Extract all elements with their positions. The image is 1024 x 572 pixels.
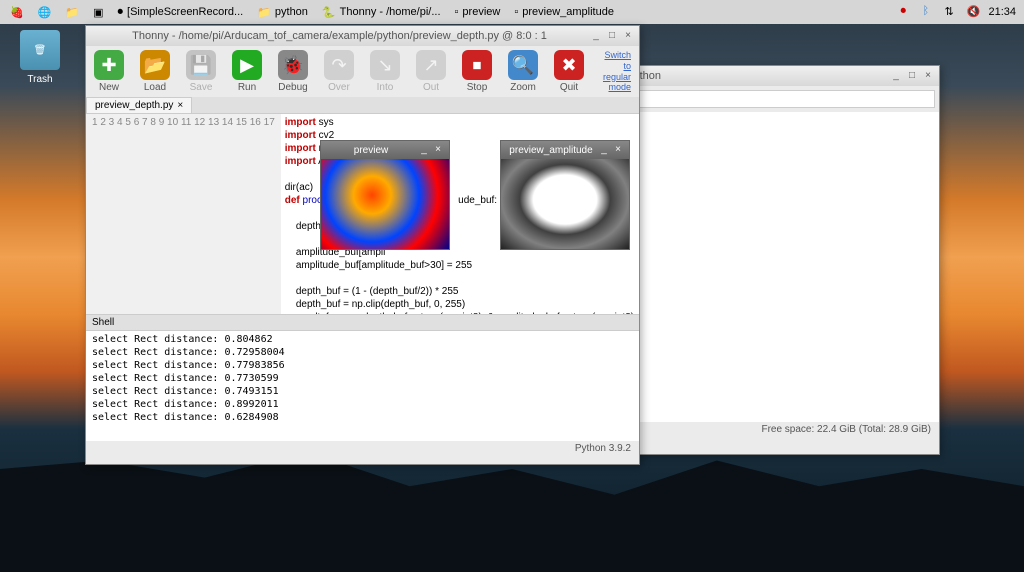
folder-icon: 📂 [144,55,166,76]
stop-icon: ⏹ [473,55,482,76]
fm-status-right: Free space: 22.4 GiB (Total: 28.9 GiB) [761,424,931,435]
volume-icon[interactable]: 🔇 [966,5,980,19]
trash-desktop-icon[interactable]: 🗑 Trash [20,30,60,85]
tab-close-icon[interactable]: × [177,100,183,111]
preview-amp-title: preview_amplitude [505,145,597,156]
thonny-minimize[interactable]: _ [589,29,603,43]
taskbar-item-preview-amp[interactable]: ▫preview_amplitude [508,4,620,20]
preview-depth-window: preview _ × [320,140,450,250]
thonny-toolbar: ✚New 📂Load 💾Save ▶Run 🐞Debug ↷Over ↘Into… [86,46,639,97]
taskbar-item-thonny[interactable]: 🐍Thonny - /home/pi/... [316,4,447,21]
save-button[interactable]: 💾Save [186,50,216,93]
thonny-status: Python 3.9.2 [86,441,639,456]
fm-close[interactable]: × [921,69,935,83]
shell-output[interactable]: select Rect distance: 0.804862 select Re… [86,331,639,441]
out-button[interactable]: ↗Out [416,50,446,93]
load-button[interactable]: 📂Load [140,50,170,93]
thonny-close[interactable]: × [621,29,635,43]
preview-depth-title: preview [325,145,417,156]
zoom-button[interactable]: 🔍Zoom [508,50,538,93]
zoom-icon: 🔍 [512,55,534,76]
preview-depth-close[interactable]: × [431,143,445,157]
network-icon[interactable]: ⇅ [944,5,958,19]
taskbar-item-python[interactable]: 📁python [251,4,314,21]
app-menu[interactable]: 🍓 [4,4,30,21]
taskbar-item-preview[interactable]: ▫preview [449,4,507,20]
record-tray-icon[interactable]: ⏺ [900,5,914,19]
depth-image [321,159,449,249]
stop-button[interactable]: ⏹Stop [462,50,492,93]
quit-button[interactable]: ✖Quit [554,50,584,93]
preview-depth-min[interactable]: _ [417,143,431,157]
plus-icon: ✚ [101,55,116,76]
new-button[interactable]: ✚New [94,50,124,93]
run-button[interactable]: ▶Run [232,50,262,93]
debug-button[interactable]: 🐞Debug [278,50,308,93]
files-icon[interactable]: 📁 [59,4,85,21]
terminal-icon[interactable]: ▣ [87,4,109,21]
browser-icon[interactable]: 🌐 [32,4,58,21]
bluetooth-icon[interactable]: ᛒ [922,5,936,19]
thonny-maximize[interactable]: □ [605,29,619,43]
shell-tab[interactable]: Shell [86,314,639,331]
preview-amp-window: preview_amplitude _ × [500,140,630,250]
amplitude-image [501,159,629,249]
step-into-icon: ↘ [377,55,392,76]
play-icon: ▶ [240,55,254,76]
over-button[interactable]: ↷Over [324,50,354,93]
trash-icon: 🗑 [34,45,47,56]
switch-mode-link[interactable]: Switch to regular mode [600,50,631,93]
fm-minimize[interactable]: _ [889,69,903,83]
step-out-icon: ↗ [423,55,438,76]
taskbar: 🍓 🌐 📁 ▣ ⏺[SimpleScreenRecord... 📁python … [0,0,1024,24]
thonny-title: Thonny - /home/pi/Arducam_tof_camera/exa… [90,30,589,42]
fm-maximize[interactable]: □ [905,69,919,83]
preview-amp-min[interactable]: _ [597,143,611,157]
save-icon: 💾 [190,55,212,76]
trash-label: Trash [20,74,60,85]
quit-icon: ✖ [561,55,576,76]
clock[interactable]: 21:34 [988,6,1016,18]
taskbar-item-recorder[interactable]: ⏺[SimpleScreenRecord... [112,4,250,21]
into-button[interactable]: ↘Into [370,50,400,93]
editor-tab[interactable]: preview_depth.py × [86,97,192,113]
bug-icon: 🐞 [282,55,304,76]
preview-amp-close[interactable]: × [611,143,625,157]
line-gutter: 1 2 3 4 5 6 7 8 9 10 11 12 13 14 15 16 1… [86,114,281,314]
step-over-icon: ↷ [331,55,346,76]
